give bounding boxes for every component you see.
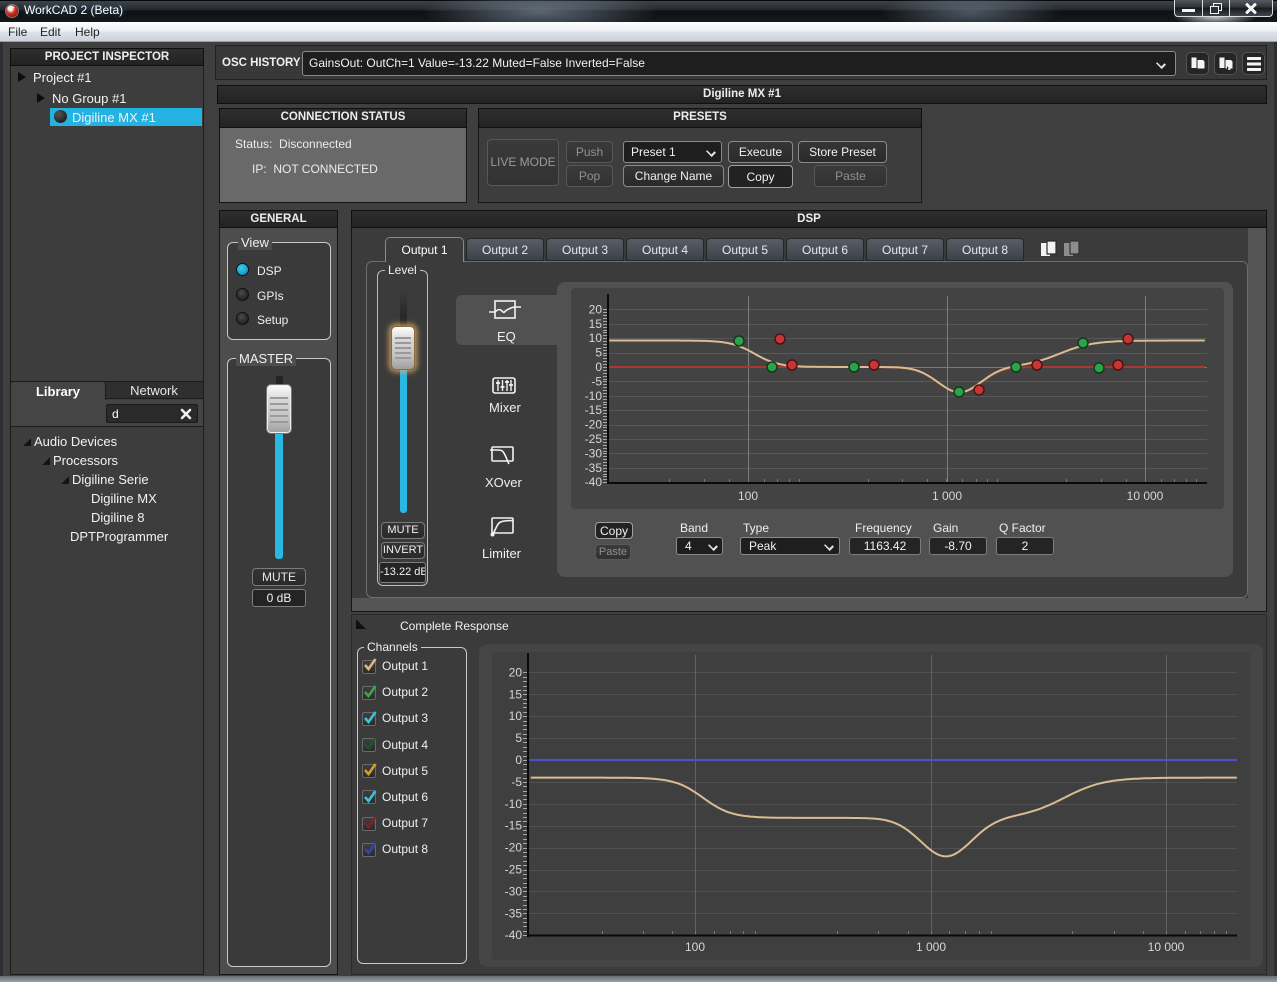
svg-text:-15: -15 [505, 819, 523, 833]
svg-text:20: 20 [509, 665, 523, 679]
svg-text:-25: -25 [585, 432, 603, 446]
svg-text:-10: -10 [505, 797, 523, 811]
svg-text:15: 15 [589, 317, 603, 331]
svg-text:-10: -10 [585, 389, 603, 403]
svg-text:-5: -5 [591, 374, 602, 388]
svg-text:-35: -35 [505, 906, 523, 920]
svg-text:1 000: 1 000 [916, 940, 946, 954]
svg-text:-30: -30 [505, 884, 523, 898]
svg-text:15: 15 [509, 687, 523, 701]
svg-text:1 000: 1 000 [932, 489, 962, 503]
svg-text:5: 5 [595, 346, 602, 360]
svg-text:-20: -20 [505, 841, 523, 855]
svg-text:-25: -25 [505, 863, 523, 877]
svg-text:100: 100 [738, 489, 758, 503]
svg-text:-40: -40 [585, 475, 603, 489]
svg-text:10 000: 10 000 [1148, 940, 1185, 954]
svg-text:0: 0 [595, 360, 602, 374]
svg-text:-15: -15 [585, 403, 603, 417]
svg-text:10: 10 [589, 331, 603, 345]
svg-text:10: 10 [509, 709, 523, 723]
svg-text:-35: -35 [585, 461, 603, 475]
svg-text:10 000: 10 000 [1127, 489, 1164, 503]
svg-text:-40: -40 [505, 928, 523, 942]
svg-text:0: 0 [515, 753, 522, 767]
svg-text:-5: -5 [511, 775, 522, 789]
svg-text:-30: -30 [585, 446, 603, 460]
svg-text:20: 20 [589, 302, 603, 316]
svg-text:-20: -20 [585, 418, 603, 432]
svg-text:5: 5 [515, 731, 522, 745]
svg-text:100: 100 [685, 940, 705, 954]
